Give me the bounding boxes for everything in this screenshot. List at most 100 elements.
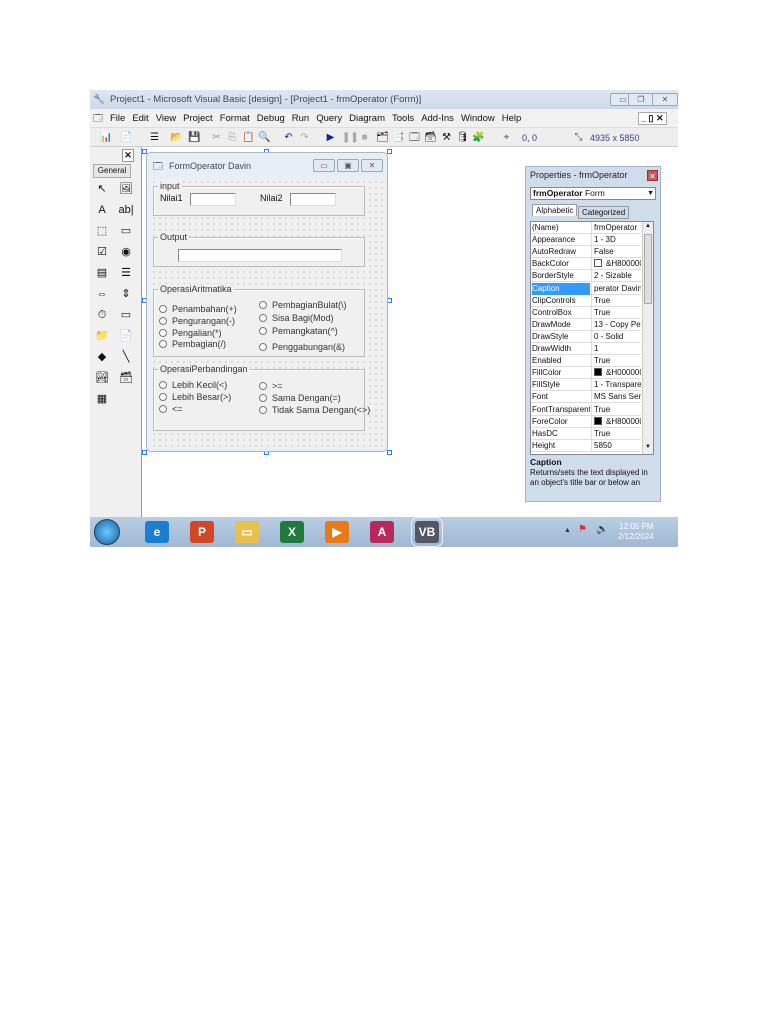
property-value[interactable]: 5850 [591, 439, 641, 452]
project-explorer-icon[interactable]: 🗂 [376, 131, 389, 144]
property-row[interactable]: FillColor &H000000 [531, 367, 641, 380]
menu-editor-icon[interactable]: ☰ [148, 131, 161, 144]
data-tool-icon[interactable]: 🗃 [116, 369, 136, 387]
nilai2-input[interactable] [290, 193, 336, 206]
menu-debug[interactable]: Debug [257, 113, 285, 124]
property-value[interactable]: &H000000 [591, 367, 641, 380]
dirlistbox-tool-icon[interactable]: 📁 [92, 327, 112, 345]
commandbutton-tool-icon[interactable]: ▭ [116, 222, 136, 240]
property-value[interactable]: 13 - Copy Pen [591, 318, 641, 331]
property-row[interactable]: ForeColor &H800000 [531, 415, 641, 428]
properties-close-button[interactable]: ✕ [647, 170, 658, 181]
frame-tool-icon[interactable]: ⬚ [92, 222, 112, 240]
toolbox-tab-general[interactable]: General [93, 164, 131, 178]
radio-circle[interactable] [159, 405, 167, 413]
form-close-button[interactable]: ✕ [361, 159, 383, 172]
save-icon[interactable]: 💾 [188, 131, 201, 144]
add-project-icon[interactable]: 📊 [100, 131, 113, 144]
property-row[interactable]: (Name) frmOperator [531, 222, 641, 235]
taskbar-media-player-icon[interactable]: ▶ [325, 521, 349, 543]
radio-circle[interactable] [159, 340, 167, 348]
property-row[interactable]: Font MS Sans Serif [531, 391, 641, 404]
stop-icon[interactable]: ■ [358, 131, 371, 144]
property-row[interactable]: BorderStyle 2 - Sizable [531, 270, 641, 283]
data-view-icon[interactable]: 🛢 [456, 131, 469, 144]
drivelistbox-tool-icon[interactable]: ▭ [116, 306, 136, 324]
radio-option[interactable]: PembagianBulat(\) [259, 300, 347, 310]
close-button[interactable]: ✕ [652, 93, 678, 106]
property-row[interactable]: ControlBox True [531, 306, 641, 319]
property-value[interactable]: True [591, 403, 641, 416]
restore-button[interactable]: ❐ [628, 93, 654, 106]
object-browser-icon[interactable]: 🗃 [424, 131, 437, 144]
property-value[interactable]: True [591, 294, 641, 307]
component-manager-icon[interactable]: 🧩 [472, 131, 485, 144]
property-row[interactable]: Caption perator Davin [531, 282, 641, 295]
radio-circle[interactable] [159, 305, 167, 313]
property-row[interactable]: Appearance 1 - 3D [531, 234, 641, 247]
image-tool-icon[interactable]: 🏞 [92, 369, 112, 387]
radio-circle[interactable] [159, 381, 167, 389]
property-value[interactable]: True [591, 306, 641, 319]
start-button[interactable] [94, 519, 120, 545]
radio-option[interactable]: Tidak Sama Dengan(<>) [259, 405, 370, 415]
form-maximize-button[interactable]: ▣ [337, 159, 359, 172]
properties-window-icon[interactable]: 📑 [392, 131, 405, 144]
pause-icon[interactable]: ❚❚ [342, 131, 359, 144]
add-form-icon[interactable]: 📄 [120, 131, 133, 144]
property-row[interactable]: Height 5850 [531, 439, 641, 452]
clock[interactable]: 12:05 PM 2/12/2024 [618, 522, 654, 542]
menu-project[interactable]: Project [183, 113, 213, 124]
open-icon[interactable]: 📂 [170, 131, 183, 144]
property-value[interactable]: True [591, 427, 641, 440]
property-value[interactable]: MS Sans Serif [591, 391, 641, 404]
radio-option[interactable]: Pembagian(/) [159, 339, 226, 349]
timer-tool-icon[interactable]: ⏱ [92, 306, 112, 324]
tab-alphabetic[interactable]: Alphabetic [532, 204, 578, 216]
radio-circle[interactable] [259, 394, 267, 402]
output-input[interactable] [178, 249, 342, 262]
menu-add-ins[interactable]: Add-Ins [421, 113, 454, 124]
form-frmoperator[interactable]: 🗔 FormOperator Davin ▭ ▣ ✕ input Nilai1 … [146, 152, 388, 452]
property-row[interactable]: Enabled True [531, 355, 641, 368]
toolbox-close-button[interactable]: ✕ [122, 149, 134, 162]
radio-circle[interactable] [259, 314, 267, 322]
property-row[interactable]: FontTransparent True [531, 403, 641, 416]
property-value[interactable]: frmOperator [591, 222, 641, 234]
radio-circle[interactable] [159, 329, 167, 337]
property-scrollbar[interactable]: ▲ ▼ [642, 222, 653, 454]
label-tool-icon[interactable]: A [92, 201, 112, 219]
menu-file[interactable]: File [110, 113, 125, 124]
paste-icon[interactable]: 📋 [242, 131, 255, 144]
property-row[interactable]: HasDC True [531, 427, 641, 440]
tab-categorized[interactable]: Categorized [578, 206, 630, 219]
radio-option[interactable]: Penambahan(+) [159, 304, 237, 314]
vscrollbar-tool-icon[interactable]: ⇕ [116, 285, 136, 303]
radio-circle[interactable] [259, 406, 267, 414]
menu-help[interactable]: Help [502, 113, 522, 124]
property-value[interactable]: 1 - 3D [591, 234, 641, 247]
radio-circle[interactable] [259, 327, 267, 335]
resize-handle[interactable] [142, 450, 147, 455]
radio-option[interactable]: Sisa Bagi(Mod) [259, 313, 334, 323]
property-row[interactable]: AutoRedraw False [531, 246, 641, 259]
filelistbox-tool-icon[interactable]: 📄 [116, 327, 136, 345]
radio-circle[interactable] [159, 317, 167, 325]
action-center-flag-icon[interactable]: ⚑ [578, 524, 587, 535]
property-value[interactable]: 0 - Solid [591, 330, 641, 343]
property-row[interactable]: DrawMode 13 - Copy Pen [531, 318, 641, 331]
taskbar-ie-icon[interactable]: e [145, 521, 169, 543]
property-value[interactable]: 1 - Transparent [591, 379, 641, 392]
menu-run[interactable]: Run [292, 113, 309, 124]
taskbar-powerpoint-icon[interactable]: P [190, 521, 214, 543]
menu-format[interactable]: Format [220, 113, 250, 124]
menu-edit[interactable]: Edit [132, 113, 148, 124]
property-value[interactable]: &H800000 [591, 415, 641, 428]
form-layout-icon[interactable]: 🗔 [408, 131, 421, 144]
radio-circle[interactable] [259, 301, 267, 309]
menu-window[interactable]: Window [461, 113, 495, 124]
taskbar-visual-basic-icon[interactable]: VB [411, 517, 443, 547]
form-minimize-button[interactable]: ▭ [313, 159, 335, 172]
radio-option[interactable]: Sama Dengan(=) [259, 393, 341, 403]
scrollbar-thumb[interactable] [644, 234, 652, 304]
